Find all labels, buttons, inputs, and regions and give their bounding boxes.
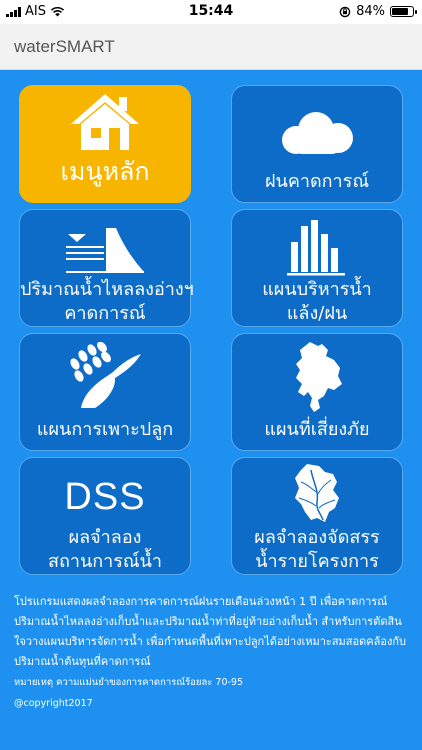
- status-right: 84%: [339, 4, 417, 19]
- rice-icon: [20, 342, 190, 412]
- home-icon: [20, 92, 190, 152]
- dss-icon: DSS: [20, 476, 190, 519]
- tile-reservoir-inflow[interactable]: ปริมาณน้ำไหลลงอ่างฯ คาดการณ์: [19, 209, 194, 327]
- tile-dss-label-1: ผลจำลอง: [68, 527, 142, 548]
- tile-rain-forecast[interactable]: ฝนคาดการณ์: [231, 85, 403, 203]
- tile-reservoir-inflow-label-1: ปริมาณน้ำไหลลงอ่างฯ: [20, 279, 194, 300]
- battery-icon: [390, 6, 417, 17]
- footer-copyright: @copyright2017: [14, 698, 93, 709]
- footer-description: โปรแกรมแสดงผลจำลองการคาดการณ์ฝนรายเดือนล…: [14, 595, 406, 668]
- tile-project-allocation-label-2: น้ำรายโครงการ: [255, 551, 379, 572]
- river-map-icon: [232, 462, 402, 524]
- cloud-icon: [232, 110, 402, 158]
- battery-percent: 84%: [356, 4, 385, 19]
- tile-dss-label-2: สถานการณ์น้ำ: [47, 551, 163, 572]
- tile-reservoir-inflow-label-2: คาดการณ์: [64, 303, 146, 324]
- dss-text: DSS: [64, 476, 146, 518]
- tile-water-management-plan-label-2: แล้ง/ฝน: [286, 303, 348, 324]
- app-title: waterSMART: [14, 37, 115, 56]
- footer-note: หมายเหตุ ความแม่นยำของการคาดการณ์ร้อยละ …: [14, 677, 244, 688]
- tile-main-menu-label: เมนูหลัก: [60, 157, 150, 186]
- orientation-lock-icon: [339, 6, 351, 17]
- tile-cultivation-plan[interactable]: แผนการเพาะปลูก: [19, 333, 191, 451]
- tile-risk-map-label: แผนที่เสี่ยงภัย: [264, 419, 370, 440]
- tile-water-management-plan-label-1: แผนบริหารน้ำ: [262, 279, 372, 300]
- tile-cultivation-plan-label: แผนการเพาะปลูก: [36, 419, 174, 440]
- tile-project-allocation[interactable]: ผลจำลองจัดสรร น้ำรายโครงการ: [231, 457, 403, 575]
- status-bar: AIS 15:44 84%: [0, 0, 422, 24]
- tile-water-management-plan[interactable]: แผนบริหารน้ำ แล้ง/ฝน: [231, 209, 403, 327]
- battery-fill: [392, 8, 408, 15]
- tile-rain-forecast-label: ฝนคาดการณ์: [264, 171, 370, 192]
- dam-icon: [20, 222, 190, 274]
- tile-dss[interactable]: DSS ผลจำลอง สถานการณ์น้ำ: [19, 457, 191, 575]
- bar-chart-icon: [232, 218, 402, 276]
- tile-project-allocation-label-1: ผลจำลองจัดสรร: [254, 527, 380, 548]
- footer: โปรแกรมแสดงผลจำลองการคาดการณ์ฝนรายเดือนล…: [14, 592, 410, 712]
- tile-main-menu[interactable]: เมนูหลัก: [19, 85, 191, 203]
- app-bar: waterSMART: [0, 24, 422, 70]
- tile-risk-map[interactable]: แผนที่เสี่ยงภัย: [231, 333, 403, 451]
- map-icon: [232, 340, 402, 414]
